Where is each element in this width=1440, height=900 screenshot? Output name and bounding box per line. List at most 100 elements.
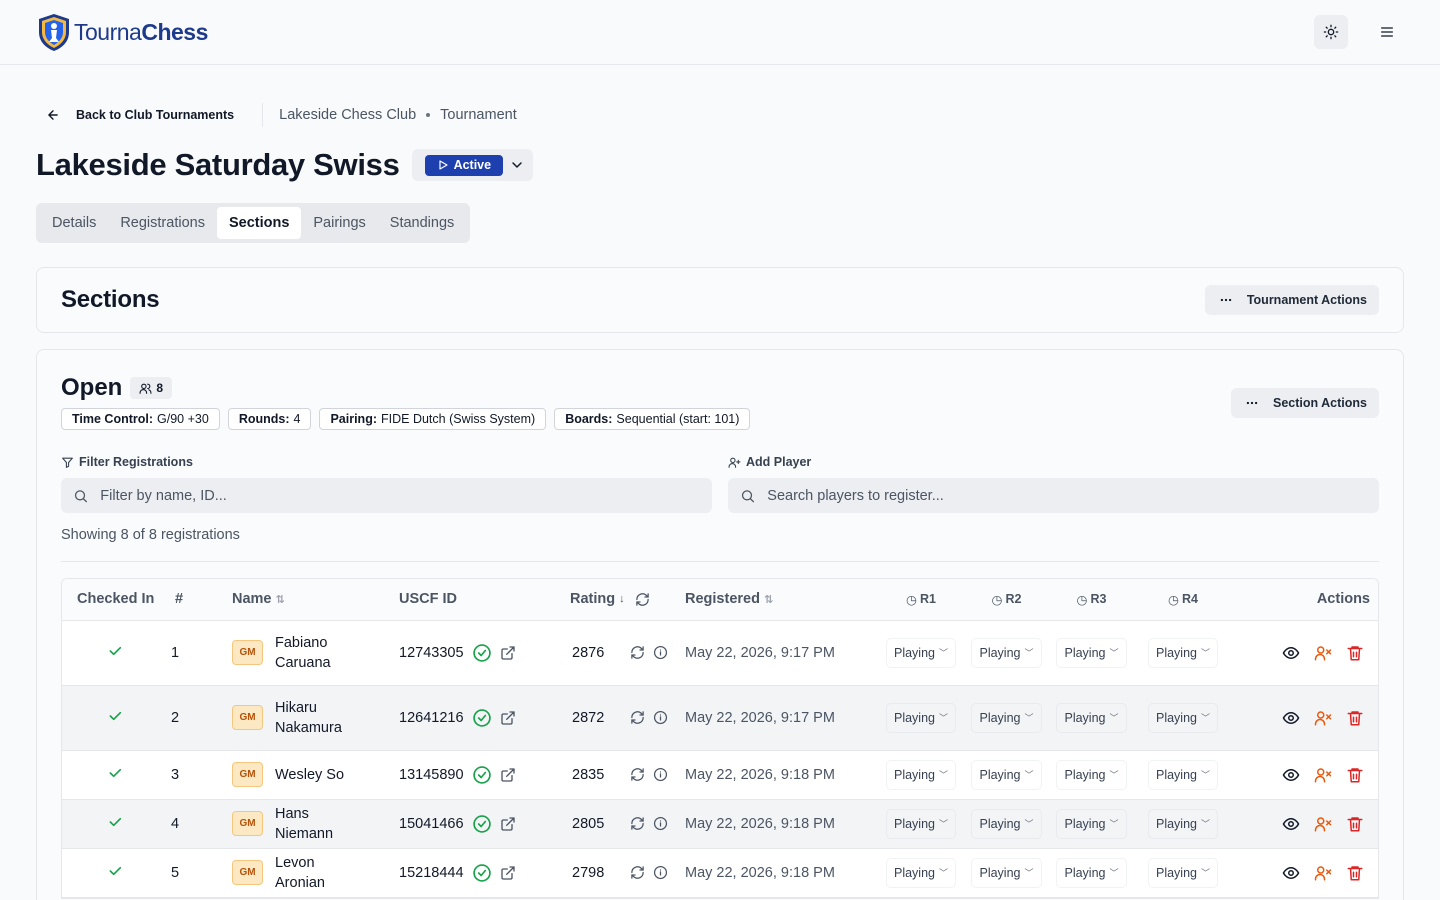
info-icon[interactable] [653, 767, 668, 782]
round-3-status-select[interactable]: Playing ﹀ [1056, 637, 1127, 668]
trash-icon[interactable] [1346, 815, 1364, 833]
external-link-icon[interactable] [500, 865, 516, 881]
refresh-icon[interactable] [630, 865, 645, 880]
external-link-icon[interactable] [500, 710, 516, 726]
round-4-status-select[interactable]: Playing ﹀ [1147, 808, 1218, 839]
round-2-status-select[interactable]: Playing ﹀ [971, 759, 1042, 790]
breadcrumb-club[interactable]: Lakeside Chess Club [279, 107, 416, 123]
trash-icon[interactable] [1346, 709, 1364, 727]
refresh-icon[interactable] [630, 645, 645, 660]
tab-sections[interactable]: Sections [216, 207, 302, 239]
col-rating[interactable]: Rating ↓ [570, 579, 685, 621]
external-link-icon[interactable] [500, 767, 516, 783]
theme-toggle-button[interactable] [1314, 15, 1348, 49]
tab-registrations[interactable]: Registrations [108, 207, 217, 239]
refresh-icon[interactable] [635, 592, 650, 607]
rating-value: 2872 [572, 709, 605, 726]
user-remove-icon[interactable] [1314, 766, 1332, 784]
info-icon[interactable] [653, 645, 668, 660]
chevron-down-icon: ﹀ [1024, 770, 1034, 780]
chevron-down-icon: ﹀ [1109, 770, 1119, 780]
back-label: Back to Club Tournaments [76, 108, 235, 122]
round-1-status-select[interactable]: Playing ﹀ [885, 759, 956, 790]
round-4-status-select[interactable]: Playing ﹀ [1147, 857, 1218, 888]
external-link-icon[interactable] [500, 645, 516, 661]
rating-value: 2798 [572, 864, 605, 881]
eye-icon[interactable] [1282, 864, 1300, 882]
player-name[interactable]: Fabiano Caruana [275, 633, 355, 673]
info-icon[interactable] [653, 865, 668, 880]
status-dropdown[interactable]: Active [411, 149, 534, 181]
tournament-actions-button[interactable]: Tournament Actions [1204, 285, 1379, 315]
player-name[interactable]: Hans Niemann [275, 804, 355, 844]
uscf-id: 15041466 [399, 815, 464, 832]
filter-input[interactable] [100, 487, 700, 504]
round-3-status-select[interactable]: Playing ﹀ [1056, 702, 1127, 733]
chevron-down-icon: ﹀ [1024, 648, 1034, 658]
tab-pairings[interactable]: Pairings [301, 207, 377, 239]
round-1-status-select[interactable]: Playing ﹀ [885, 857, 956, 888]
col-registered[interactable]: Registered ⇅ [685, 579, 878, 621]
filter-icon [62, 457, 73, 468]
round-2-status-select[interactable]: Playing ﹀ [971, 857, 1042, 888]
check-icon[interactable] [107, 863, 123, 879]
table-row: 5 GM Levon Aronian 15218444 2798 May 22,… [62, 848, 1378, 898]
user-remove-icon[interactable] [1314, 709, 1332, 727]
player-name[interactable]: Hikaru Nakamura [275, 698, 355, 738]
row-number: 4 [171, 815, 180, 832]
section-title: Open [61, 374, 123, 401]
refresh-icon[interactable] [630, 710, 645, 725]
section-actions-button[interactable]: Section Actions [1231, 388, 1379, 418]
round-4-status-select[interactable]: Playing ﹀ [1147, 637, 1218, 668]
rating-value: 2876 [572, 644, 605, 661]
user-remove-icon[interactable] [1314, 644, 1332, 662]
player-name[interactable]: Levon Aronian [275, 853, 355, 893]
round-2-status-select[interactable]: Playing ﹀ [971, 637, 1042, 668]
refresh-icon[interactable] [630, 767, 645, 782]
round-4-status-select[interactable]: Playing ﹀ [1147, 759, 1218, 790]
tab-details[interactable]: Details [40, 207, 108, 239]
check-icon[interactable] [107, 765, 123, 781]
round-3-status-select[interactable]: Playing ﹀ [1056, 808, 1127, 839]
col-name[interactable]: Name ⇅ [232, 579, 399, 621]
round-3-status-select[interactable]: Playing ﹀ [1056, 857, 1127, 888]
eye-icon[interactable] [1282, 766, 1300, 784]
check-icon[interactable] [107, 814, 123, 830]
round-1-status-select[interactable]: Playing ﹀ [885, 808, 956, 839]
menu-button[interactable] [1370, 15, 1404, 49]
title-badge: GM [232, 811, 263, 836]
trash-icon[interactable] [1346, 864, 1364, 882]
trash-icon[interactable] [1346, 644, 1364, 662]
verified-check-icon [472, 708, 491, 727]
player-count-badge: 8 [130, 377, 173, 399]
tab-standings[interactable]: Standings [378, 207, 467, 239]
back-to-club-button[interactable]: Back to Club Tournaments [36, 108, 244, 122]
title-badge: GM [232, 860, 263, 885]
round-2-status-select[interactable]: Playing ﹀ [971, 702, 1042, 733]
col-r2: ◷ R2 [964, 579, 1049, 621]
logo[interactable]: TournaChess [36, 12, 208, 52]
player-name[interactable]: Wesley So [275, 765, 355, 785]
round-3-status-select[interactable]: Playing ﹀ [1056, 759, 1127, 790]
check-icon[interactable] [107, 708, 123, 724]
round-1-status-select[interactable]: Playing ﹀ [885, 702, 956, 733]
refresh-icon[interactable] [630, 816, 645, 831]
external-link-icon[interactable] [500, 816, 516, 832]
uscf-id: 12641216 [399, 709, 464, 726]
round-4-status-select[interactable]: Playing ﹀ [1147, 702, 1218, 733]
round-2-status-select[interactable]: Playing ﹀ [971, 808, 1042, 839]
info-icon[interactable] [653, 816, 668, 831]
col-actions: Actions [1232, 579, 1378, 621]
user-remove-icon[interactable] [1314, 864, 1332, 882]
trash-icon[interactable] [1346, 766, 1364, 784]
verified-check-icon [472, 643, 491, 662]
eye-icon[interactable] [1282, 709, 1300, 727]
info-icon[interactable] [653, 710, 668, 725]
eye-icon[interactable] [1282, 644, 1300, 662]
check-icon[interactable] [107, 643, 123, 659]
user-remove-icon[interactable] [1314, 815, 1332, 833]
col-r3: ◷ R3 [1049, 579, 1134, 621]
round-1-status-select[interactable]: Playing ﹀ [885, 637, 956, 668]
add-player-input[interactable] [767, 487, 1367, 504]
eye-icon[interactable] [1282, 815, 1300, 833]
